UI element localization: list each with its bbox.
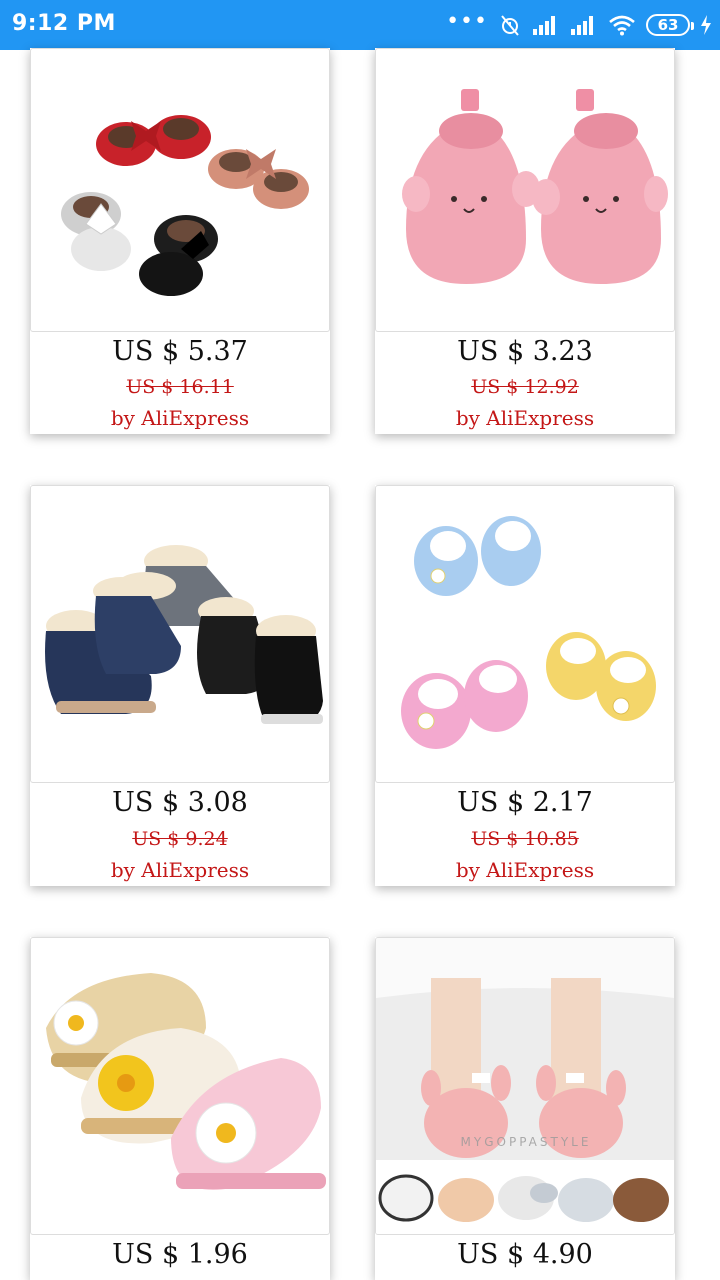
product-image[interactable] xyxy=(375,48,675,332)
seller-label: by AliExpress xyxy=(110,858,250,882)
alarm-off-icon xyxy=(501,15,519,36)
flower-plaid-shoes-image xyxy=(401,516,656,749)
product-price: US $ 1.96 xyxy=(112,1239,248,1270)
product-price: US $ 4.90 xyxy=(457,1239,593,1270)
product-image[interactable] xyxy=(375,485,675,783)
baby-bow-shoes-image xyxy=(61,115,309,296)
original-price: US $ 16.11 xyxy=(126,376,234,398)
wifi-icon xyxy=(609,15,635,36)
product-card[interactable]: MYGOPPASTYLE US $ 4.90 xyxy=(375,937,675,1280)
original-price: US $ 12.92 xyxy=(471,376,579,398)
signal-1-icon xyxy=(533,16,555,35)
status-bar: 9:12 PM ••• 63 xyxy=(0,0,720,50)
watermark-text: MYGOPPASTYLE xyxy=(461,1135,592,1149)
product-card[interactable]: US $ 2.17 US $ 10.85 by AliExpress xyxy=(375,485,675,886)
product-card[interactable]: US $ 3.08 US $ 9.24 by AliExpress xyxy=(30,485,330,886)
product-image[interactable]: MYGOPPASTYLE xyxy=(375,937,675,1235)
product-card[interactable]: US $ 1.96 xyxy=(30,937,330,1280)
more-dots-icon: ••• xyxy=(446,9,488,34)
battery-icon: 63 xyxy=(646,14,694,36)
bunny-fleece-booties-image: MYGOPPASTYLE xyxy=(376,938,674,1234)
status-icons: ••• 63 xyxy=(446,10,712,40)
daisy-sandals-image xyxy=(46,973,326,1190)
seller-label: by AliExpress xyxy=(455,406,595,430)
product-price: US $ 5.37 xyxy=(112,336,248,367)
product-price: US $ 3.08 xyxy=(112,787,248,818)
lace-up-winter-boots-image xyxy=(45,545,323,724)
product-card[interactable]: US $ 5.37 US $ 16.11 by AliExpress xyxy=(30,48,330,434)
charging-icon xyxy=(701,15,711,35)
seller-label: by AliExpress xyxy=(455,858,595,882)
pink-mouse-booties-image xyxy=(402,89,668,284)
signal-2-icon xyxy=(571,16,593,35)
original-price: US $ 10.85 xyxy=(471,828,579,850)
seller-label: by AliExpress xyxy=(110,406,250,430)
product-price: US $ 2.17 xyxy=(457,787,593,818)
original-price: US $ 9.24 xyxy=(132,828,228,850)
product-image[interactable] xyxy=(30,937,330,1235)
product-card[interactable]: US $ 3.23 US $ 12.92 by AliExpress xyxy=(375,48,675,434)
battery-level: 63 xyxy=(657,16,679,34)
product-image[interactable] xyxy=(30,48,330,332)
product-price: US $ 3.23 xyxy=(457,336,593,367)
status-time: 9:12 PM xyxy=(12,11,116,36)
product-image[interactable] xyxy=(30,485,330,783)
